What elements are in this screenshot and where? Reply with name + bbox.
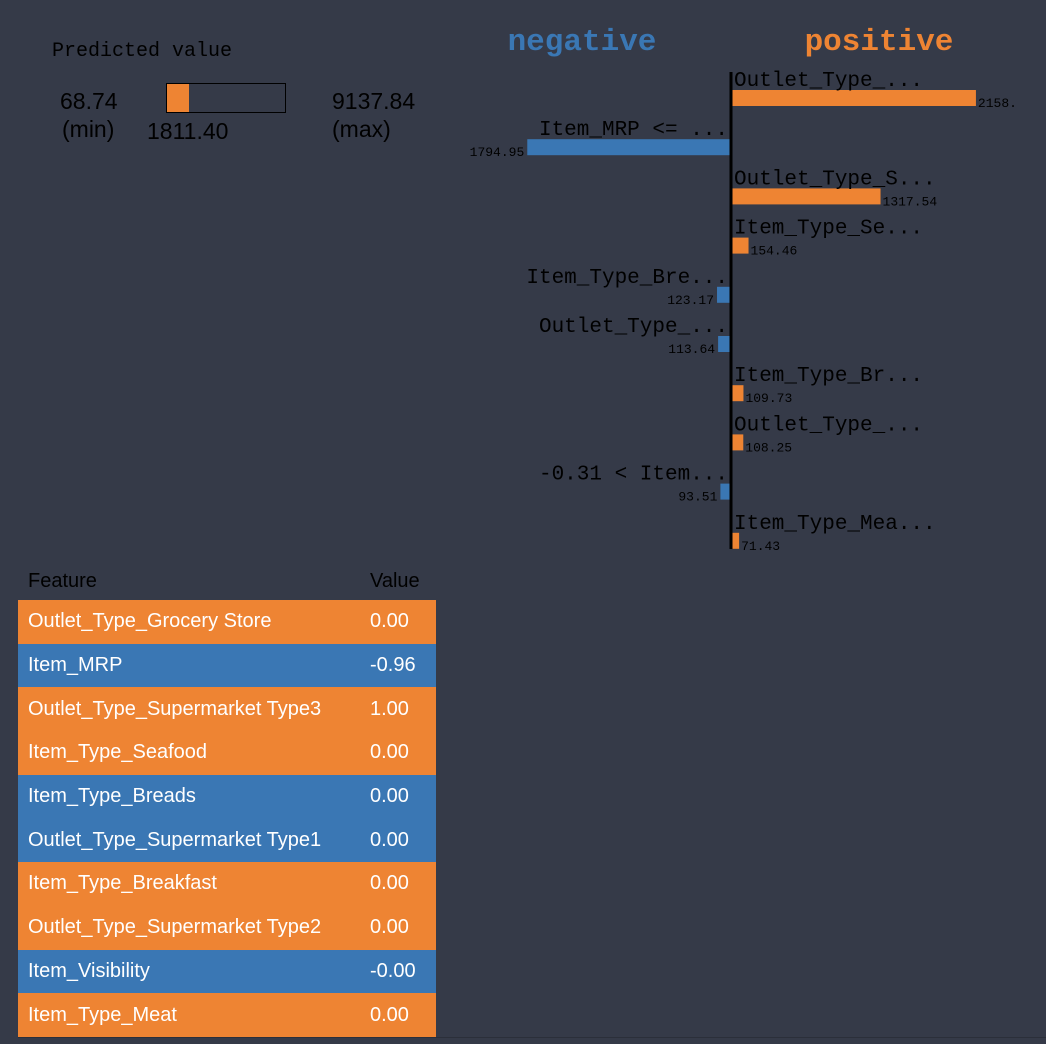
feature-name-cell: Outlet_Type_Grocery Store: [28, 610, 272, 633]
table-row: Item_MRP -0.96: [18, 643, 436, 688]
value-label: 2158.: [978, 96, 1017, 111]
feature-name-cell: Item_Type_Seafood: [28, 741, 208, 764]
value-label: 154.46: [751, 244, 798, 259]
table-row: Item_Type_Seafood 0.00: [18, 731, 436, 775]
feature-value-cell: 0.00: [370, 610, 409, 633]
value-label: 93.51: [678, 490, 717, 505]
feature-value-cell: 0.00: [370, 828, 409, 851]
table-row: Item_Type_Meat 0.00: [18, 993, 436, 1037]
feature-name-cell: Outlet_Type_Supermarket Type1: [28, 828, 322, 851]
feature-table: Feature Value Outlet_Type_Grocery Store 0…: [18, 562, 436, 1037]
feature-name-cell: Item_MRP: [28, 654, 123, 677]
feature-label: Item_MRP <= ...: [539, 119, 728, 142]
feature-name-cell: Item_Type_Breads: [28, 785, 196, 808]
table-row: Item_Type_Breads 0.00: [18, 774, 436, 819]
table-row: Outlet_Type_Grocery Store 0.00: [18, 600, 436, 644]
feature-column-header: Feature: [28, 569, 97, 592]
legend-positive: positive: [805, 25, 954, 60]
value-label: 71.43: [741, 539, 780, 554]
table-row: Outlet_Type_Supermarket Type3 1.00: [18, 687, 436, 732]
feature-label: Item_Type_Br...: [734, 365, 923, 388]
feature-value-cell: 0.00: [370, 1003, 409, 1026]
table-row: Outlet_Type_Supermarket Type1 0.00: [18, 818, 436, 863]
feature-value-cell: 0.00: [370, 741, 409, 764]
legend-negative: negative: [508, 25, 657, 60]
feature-label: Item_Type_Mea...: [734, 513, 936, 536]
feature-label: Outlet_Type_...: [734, 70, 923, 93]
feature-contribution-chart: negative positive Outlet_Type_... 2158. Item…: [470, 25, 1017, 554]
feature-label: Item_Type_Bre...: [526, 267, 728, 290]
feature-name-cell: Item_Type_Meat: [28, 1003, 177, 1026]
table-header-row: Feature Value: [18, 562, 436, 600]
table-row: Outlet_Type_Supermarket Type2 0.00: [18, 905, 436, 950]
feature-name-cell: Item_Visibility: [28, 959, 150, 982]
feature-value-cell: 1.00: [370, 697, 409, 720]
feature-value-cell: 0.00: [370, 916, 409, 939]
bottom-divider: [18, 1037, 1046, 1038]
feature-value-cell: 0.00: [370, 785, 409, 808]
feature-label: -0.31 < Item...: [539, 464, 728, 487]
value-label: 123.17: [667, 293, 714, 308]
feature-label: Outlet_Type_...: [539, 316, 728, 339]
value-label: 1317.54: [883, 194, 938, 209]
table-row: Item_Visibility -0.00: [18, 949, 436, 994]
value-label: 109.73: [745, 391, 792, 406]
feature-label: Outlet_Type_...: [734, 414, 923, 437]
feature-value-cell: -0.00: [370, 959, 416, 982]
table-row: Item_Type_Breakfast 0.00: [18, 862, 436, 906]
feature-value-cell: 0.00: [370, 872, 409, 895]
feature-label: Item_Type_Se...: [734, 218, 923, 241]
feature-value-cell: -0.96: [370, 654, 416, 677]
value-label: 113.64: [668, 342, 715, 357]
value-label: 108.25: [745, 440, 792, 455]
value-label: 1794.95: [470, 145, 525, 160]
feature-name-cell: Outlet_Type_Supermarket Type2: [28, 916, 322, 939]
value-column-header: Value: [370, 569, 420, 592]
feature-label: Outlet_Type_S...: [734, 168, 936, 191]
feature-name-cell: Outlet_Type_Supermarket Type3: [28, 697, 322, 720]
feature-name-cell: Item_Type_Breakfast: [28, 872, 217, 895]
